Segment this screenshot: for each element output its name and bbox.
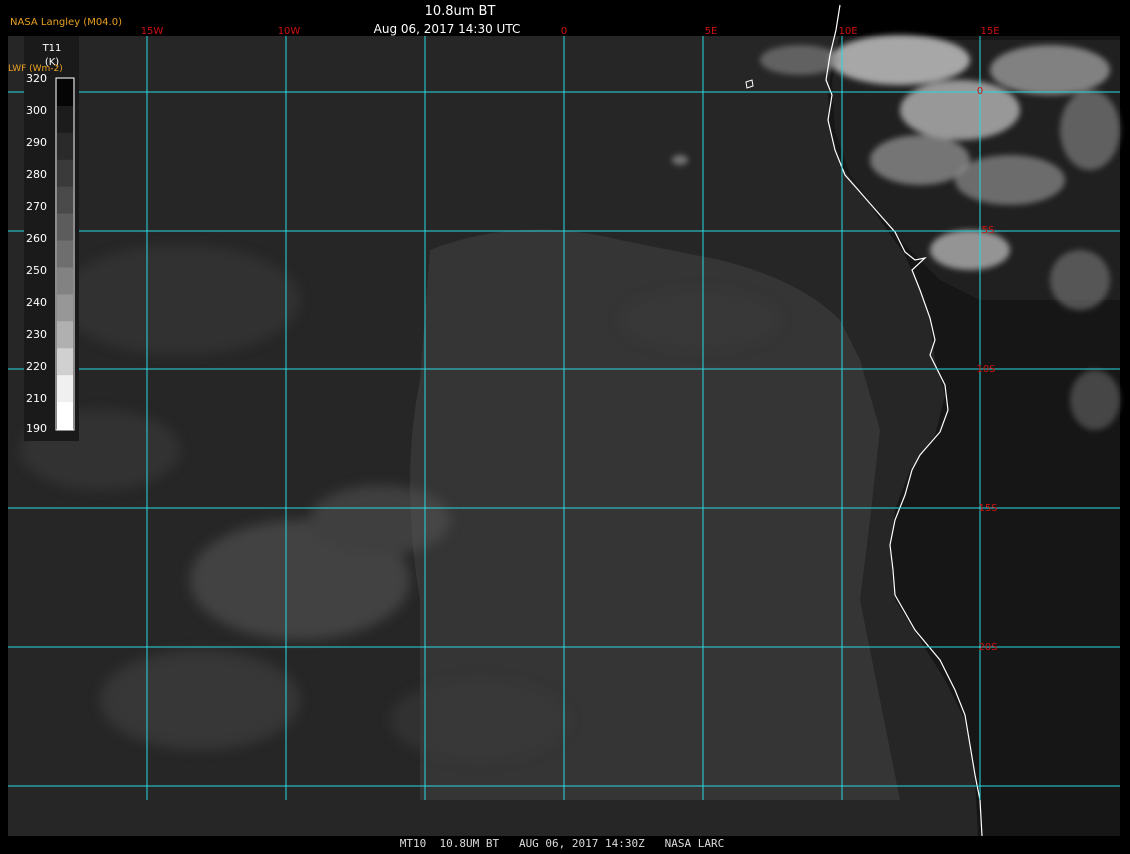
datetime-label: Aug 06, 2017 14:30 UTC <box>374 22 521 36</box>
product-title: 10.8um BT <box>425 4 496 19</box>
colorbar-tick-label: 190 <box>26 422 47 435</box>
colorbar-swatch <box>57 213 73 242</box>
colorbar-tick-label: 290 <box>26 136 47 149</box>
colorbar-title: T11 <box>42 43 62 54</box>
lon-label-10e: 10E <box>838 26 857 37</box>
lon-label-15w: 15W <box>141 26 164 37</box>
colorbar-swatch <box>57 375 73 403</box>
lat-label-5s: 5S <box>982 225 995 236</box>
lat-label-10s: 10S <box>976 364 995 375</box>
colorbar-swatch <box>57 294 73 322</box>
lon-label-15e: 15E <box>980 26 999 37</box>
colorbar-swatch <box>57 267 73 295</box>
colorbar-swatch <box>57 132 73 161</box>
colorbar-swatch <box>57 348 73 376</box>
colorbar-swatches <box>57 79 73 430</box>
colorbar-swatch <box>57 240 73 268</box>
longitude-labels: 15W 10W 0 5E 10E 15E <box>141 26 1000 37</box>
colorbar-tick-label: 260 <box>26 232 47 245</box>
lon-label-10w: 10W <box>278 26 301 37</box>
colorbar-tick-label: 280 <box>26 168 47 181</box>
colorbar-swatch <box>57 79 73 107</box>
colorbar-tick-label: 220 <box>26 360 47 373</box>
colorbar-swatch <box>57 105 73 134</box>
lat-label-15s: 15S <box>978 503 997 514</box>
footer-caption: MT10 10.8UM BT AUG 06, 2017 14:30Z NASA … <box>400 837 725 850</box>
colorbar-swatch <box>57 402 73 430</box>
colorbar-tick-label: 300 <box>26 104 47 117</box>
colorbar-swatch <box>57 186 73 215</box>
colorbar-tick-label: 240 <box>26 296 47 309</box>
colorbar-swatch <box>57 159 73 188</box>
colorbar-tick-label: 250 <box>26 264 47 277</box>
colorbar-swatch <box>57 321 73 349</box>
map-canvas: 15W 10W 0 5E 10E 15E 0 5S 10S 15S 20S NA… <box>8 4 1120 850</box>
colorbar-tick-label: 270 <box>26 200 47 213</box>
lat-label-20s: 20S <box>978 642 997 653</box>
colorbar-tick-label: 230 <box>26 328 47 341</box>
colorbar-tick-label: 320 <box>26 72 47 85</box>
lon-label-0: 0 <box>561 26 567 37</box>
satellite-map-view: 15W 10W 0 5E 10E 15E 0 5S 10S 15S 20S NA… <box>0 0 1130 850</box>
lat-label-0: 0 <box>977 86 983 97</box>
lon-label-5e: 5E <box>705 26 718 37</box>
source-label: NASA Langley (M04.0) <box>10 17 122 28</box>
colorbar-tick-label: 210 <box>26 392 47 405</box>
